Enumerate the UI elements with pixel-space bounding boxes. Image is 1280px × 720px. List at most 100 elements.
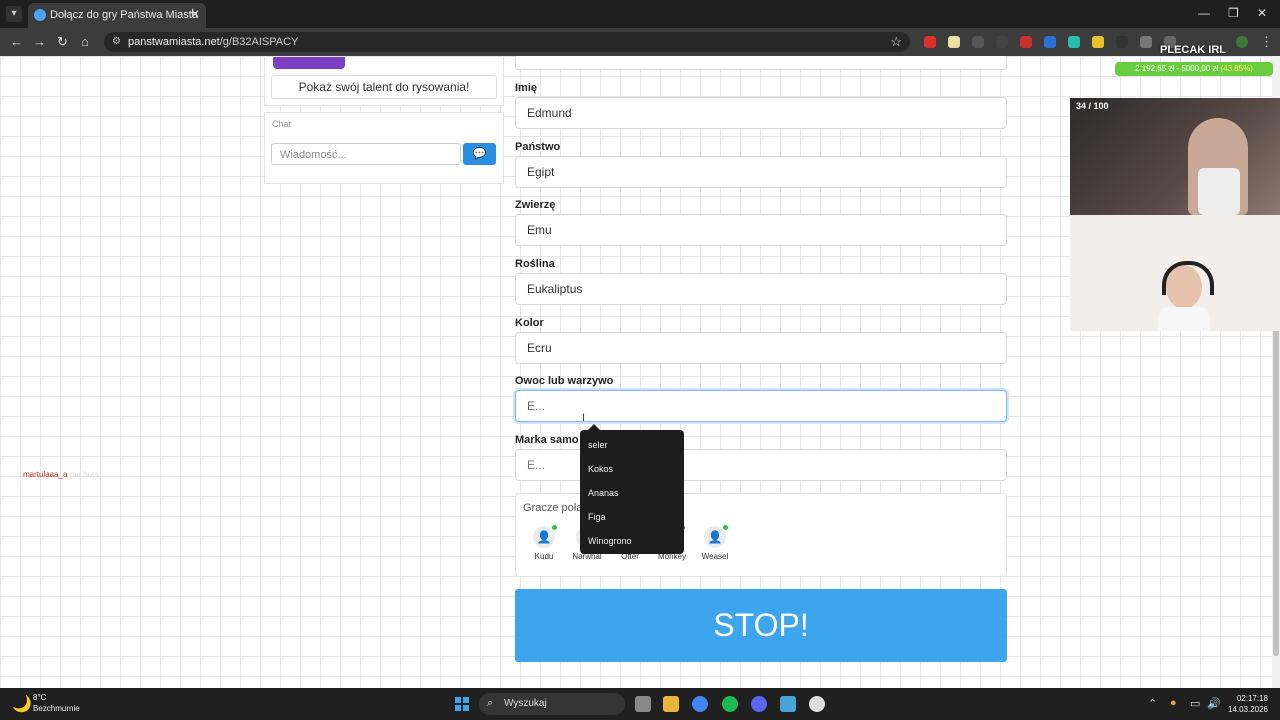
clock-time: 02:17:18 [1236, 694, 1268, 703]
field-input[interactable]: Egipt [515, 156, 1007, 188]
suggestion-item[interactable]: Winogrono [588, 536, 632, 546]
scrollbar-thumb[interactable] [1273, 326, 1279, 656]
maximize-icon[interactable]: ❐ [1228, 6, 1239, 20]
bookmark-star-icon[interactable]: ☆ [890, 34, 902, 50]
user-suffix: ma bota [69, 470, 99, 479]
extension-icon[interactable] [1068, 36, 1080, 48]
extension-icon[interactable] [996, 36, 1008, 48]
site-info-icon[interactable]: ⚙ [112, 36, 121, 47]
chrome-icon[interactable] [692, 696, 708, 712]
field-label: Roślina [515, 258, 555, 270]
search-placeholder: Wyszukaj [504, 698, 547, 709]
extension-icon[interactable] [924, 36, 936, 48]
player-item: 👤 Weasel [695, 525, 735, 561]
guest-body [1158, 307, 1210, 331]
volume-icon[interactable]: 🔊 [1207, 697, 1221, 710]
extension-icon[interactable] [1116, 36, 1128, 48]
app-icon[interactable] [809, 696, 825, 712]
spotify-icon[interactable] [722, 696, 738, 712]
field-input[interactable]: Ecru [515, 332, 1007, 364]
extension-icon[interactable] [972, 36, 984, 48]
user-name: martulaaa_a [23, 470, 68, 479]
back-icon[interactable]: ← [10, 34, 23, 49]
moon-weather-icon[interactable]: 🌙 [12, 694, 32, 714]
weather-temp: 8°C [33, 693, 47, 702]
field-label: Państwo [515, 141, 561, 153]
browser-tab-bar: ▾ Dołącz do gry Państwa Miasta ✕ + — ❐ ✕ [0, 0, 1280, 28]
chat-send-button[interactable]: 💬 [463, 143, 496, 165]
streamer-shirt [1198, 168, 1240, 215]
home-icon[interactable]: ⌂ [81, 34, 89, 49]
forward-icon[interactable]: → [33, 34, 46, 49]
suggestion-item[interactable]: seler [588, 440, 608, 450]
player-name: Kudu [534, 552, 554, 561]
cam-counter: 34 / 100 [1076, 101, 1109, 111]
notepad-icon[interactable] [780, 696, 796, 712]
suggestion-item[interactable]: Figa [588, 512, 606, 522]
address-bar[interactable]: ⚙ panstwamiasta.net/g/B32AISPACY ☆ [104, 32, 910, 52]
previous-field-input[interactable] [515, 56, 1007, 70]
chat-label: Chat [272, 119, 292, 129]
field-label: Imię [515, 82, 538, 94]
field-label: Owoc lub warzywo [515, 375, 614, 387]
windows-start-icon[interactable] [455, 697, 469, 711]
new-tab-icon[interactable]: + [188, 5, 197, 23]
tab-search-icon[interactable]: ▾ [6, 6, 22, 22]
field-label: Marka samo [515, 434, 579, 446]
search-icon: ⌕ [487, 697, 494, 709]
field-input[interactable]: Eukaliptus [515, 273, 1007, 305]
weather-desc: Bezchmurnie [33, 704, 80, 713]
extension-icon[interactable] [948, 36, 960, 48]
field-label: Zwierzę [515, 199, 556, 211]
profile-avatar[interactable] [1236, 36, 1248, 48]
file-explorer-icon[interactable] [663, 696, 679, 712]
webcam-guest [1070, 215, 1280, 331]
reload-icon[interactable]: ↻ [57, 34, 68, 50]
tab-title: Dołącz do gry Państwa Miasta [50, 9, 198, 21]
chat-panel: Chat Wiadomość... 💬 [264, 112, 504, 184]
suggestion-item[interactable]: Ananas [588, 488, 619, 498]
menu-kebab-icon[interactable]: ⋮ [1260, 34, 1273, 50]
draw-banner-image [273, 57, 345, 69]
field-input[interactable]: Edmund [515, 97, 1007, 129]
browser-toolbar: ← → ↻ ⌂ ⚙ panstwamiasta.net/g/B32AISPACY… [0, 28, 1280, 56]
extension-icon[interactable] [1092, 36, 1104, 48]
extension-icon[interactable] [1044, 36, 1056, 48]
clock-date: 14.03.2026 [1227, 705, 1268, 714]
user-mention: martulaaa_a ma bota [23, 470, 99, 479]
url-host: panstwamiasta.net [128, 36, 220, 48]
chat-bubble-icon: 💬 [472, 148, 487, 160]
progress-text: 2 192,65 zł - 5000,00 zł [1135, 64, 1219, 73]
minimize-icon[interactable]: — [1198, 6, 1210, 20]
field-input[interactable]: E... [515, 390, 1007, 422]
webcam-streamer: 34 / 100 [1070, 98, 1280, 215]
overlay-title: PLECAK IRL [1160, 44, 1226, 56]
show-talent-button[interactable]: Pokaż swój talent do rysowania! [271, 75, 497, 99]
field-input[interactable]: Emu [515, 214, 1007, 246]
field-label: Kolor [515, 317, 544, 329]
user-avatar-icon: 👤 [533, 525, 557, 548]
online-dot [723, 525, 728, 530]
pdf-extension-icon[interactable] [1020, 36, 1032, 48]
text-cursor-icon: I [582, 412, 586, 424]
network-icon[interactable]: ▭ [1190, 697, 1200, 710]
tray-chevron-icon[interactable]: ⌃ [1148, 697, 1157, 710]
progress-percent: (43.85%) [1220, 64, 1253, 73]
suggestion-item[interactable]: Kokos [588, 464, 613, 474]
url-path: /g/B32AISPACY [219, 36, 299, 48]
headset-icon [1162, 261, 1214, 295]
close-window-icon[interactable]: ✕ [1257, 6, 1267, 20]
task-view-icon[interactable] [635, 696, 651, 712]
suggestion-dropdown: seler Kokos Ananas Figa Winogrono [580, 424, 684, 554]
browser-tab[interactable]: Dołącz do gry Państwa Miasta ✕ [28, 3, 206, 28]
system-clock[interactable]: 02:17:18 14.03.2026 [1224, 693, 1268, 715]
stop-button[interactable]: STOP! [515, 589, 1007, 662]
taskbar-search[interactable]: ⌕ Wyszukaj [479, 693, 625, 715]
chat-message-input[interactable]: Wiadomość... [271, 143, 461, 165]
draw-card: Pokaż swój talent do rysowania! [264, 56, 504, 106]
microphone-icon[interactable]: ● [1170, 697, 1177, 709]
player-item: 👤 Kudu [524, 525, 564, 561]
discord-icon[interactable] [751, 696, 767, 712]
extension-icon[interactable] [1140, 36, 1152, 48]
players-title: Gracze połą [523, 502, 583, 514]
